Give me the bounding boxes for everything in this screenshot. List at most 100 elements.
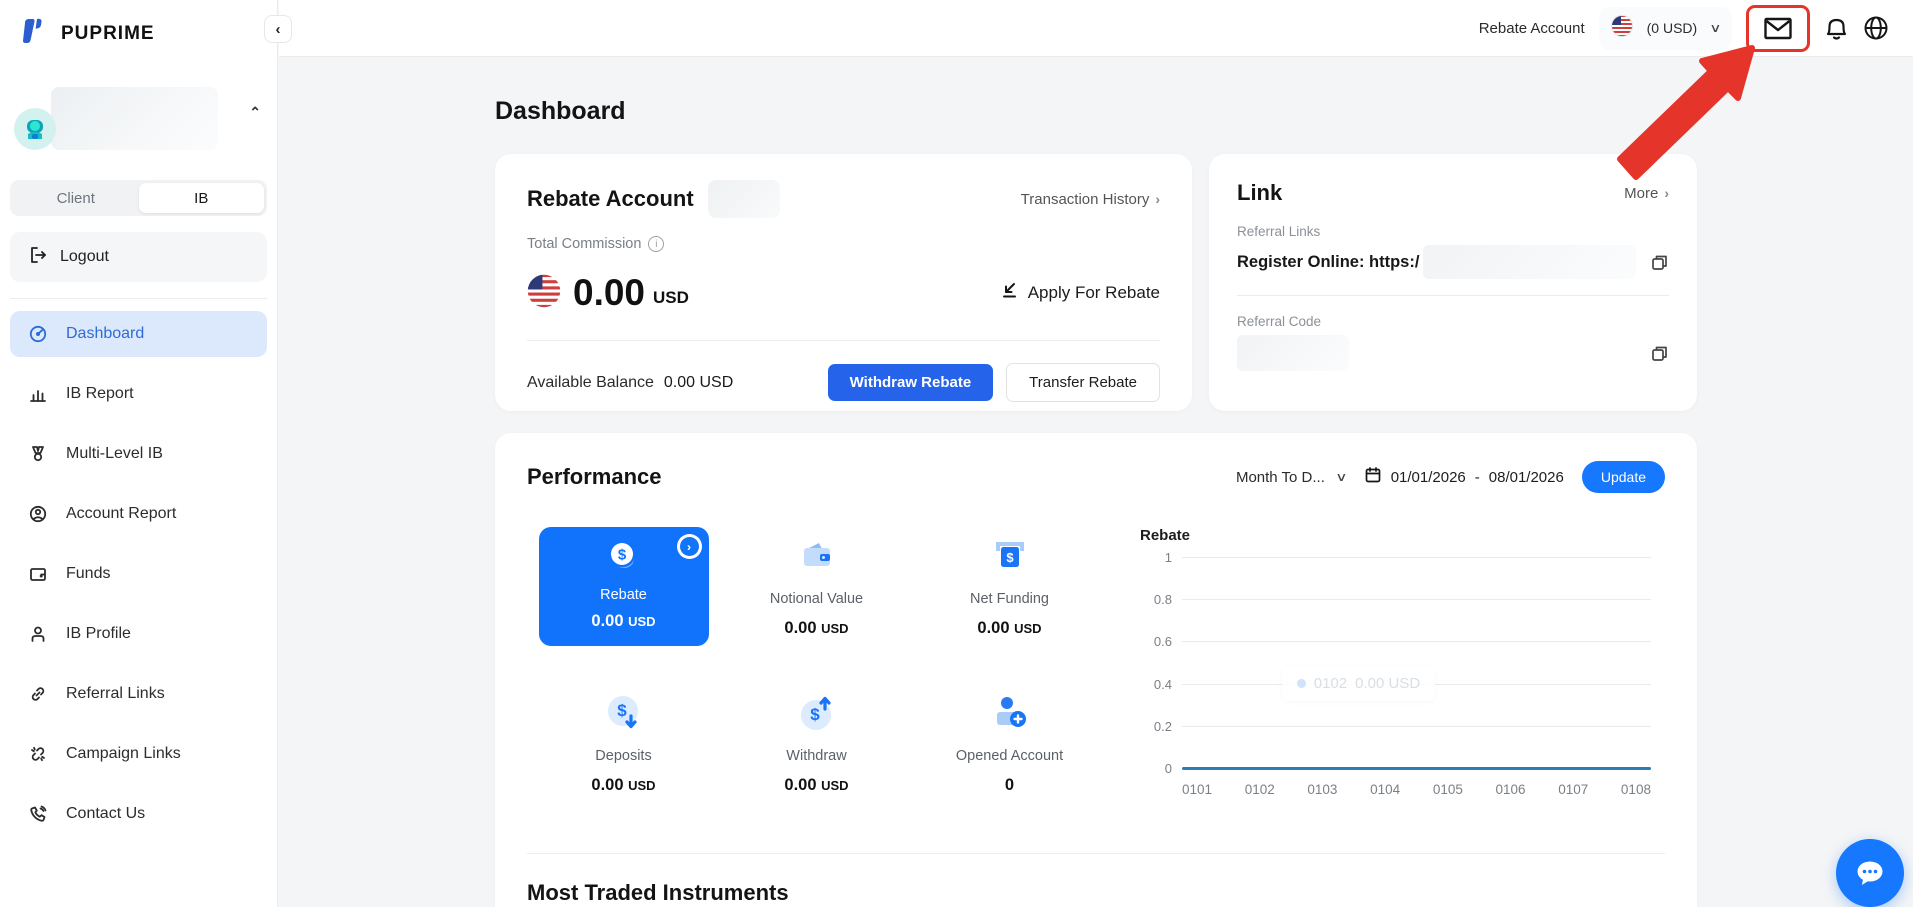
sidebar-item-referral-links[interactable]: Referral Links xyxy=(10,671,267,717)
brand-logo: PUPRIME xyxy=(0,0,277,54)
tooltip-value: 0.00 USD xyxy=(1355,675,1421,692)
main-area: Dashboard Rebate Account Transaction His… xyxy=(279,57,1913,907)
account-balance-value: (0 USD) xyxy=(1646,20,1698,36)
card-divider xyxy=(527,340,1160,341)
metric-withdraw[interactable]: $ Withdraw 0.00 USD xyxy=(720,684,913,805)
x-axis-tick: 0108 xyxy=(1620,782,1651,797)
svg-text:$: $ xyxy=(1006,550,1014,565)
calendar-icon xyxy=(1364,466,1382,488)
wallet-blue-icon xyxy=(795,533,839,579)
chart-x-axis: 0101 0102 0103 0104 0105 0106 0107 0108 xyxy=(1182,782,1651,797)
date-range-select[interactable]: Month To D... ∨ xyxy=(1236,469,1347,486)
x-axis-tick: 0106 xyxy=(1495,782,1526,797)
sidebar-collapse-button[interactable]: ‹ xyxy=(264,15,292,43)
rebate-coin-icon: $ xyxy=(603,533,645,579)
sidebar-item-label: Referral Links xyxy=(66,685,165,702)
metric-label: Rebate xyxy=(600,587,647,603)
sidebar-item-contact-us[interactable]: Contact Us xyxy=(10,791,267,837)
metric-opened-account[interactable]: Opened Account 0 xyxy=(913,684,1106,805)
referral-code-label: Referral Code xyxy=(1237,314,1322,329)
chart-tooltip-fading: 0102 0.00 USD xyxy=(1281,666,1436,701)
sidebar-item-ib-report[interactable]: IB Report xyxy=(10,371,267,417)
user-name-redacted xyxy=(51,87,218,150)
svg-text:$: $ xyxy=(617,701,627,720)
bar-chart-icon xyxy=(27,384,49,404)
apply-for-rebate-link[interactable]: Apply For Rebate xyxy=(1000,281,1160,305)
dollar-up-arrow-icon: $ xyxy=(794,690,840,736)
sidebar: PUPRIME ⌃ Client IB Logout Dashboard IB … xyxy=(0,0,278,907)
toggle-client[interactable]: Client xyxy=(13,183,139,213)
metric-unit: USD xyxy=(821,778,849,793)
copy-referral-code-button[interactable] xyxy=(1650,344,1669,363)
performance-card: Performance Month To D... ∨ 01/01/2026 -… xyxy=(495,433,1697,907)
atm-deposit-icon: $ xyxy=(988,533,1032,579)
chart-data-line xyxy=(1182,766,1651,770)
logout-label: Logout xyxy=(60,248,109,265)
metric-unit: USD xyxy=(628,778,656,793)
x-axis-tick: 0104 xyxy=(1370,782,1401,797)
user-expand-icon[interactable]: ⌃ xyxy=(249,104,261,121)
logout-icon xyxy=(28,245,48,270)
metric-label: Net Funding xyxy=(970,591,1049,607)
collapse-chevron-icon: ‹ xyxy=(275,20,281,38)
sidebar-menu: Dashboard IB Report Multi-Level IB Accou… xyxy=(10,311,267,837)
update-button[interactable]: Update xyxy=(1581,461,1665,493)
chevron-down-icon: ∨ xyxy=(1709,21,1722,35)
available-balance-value: 0.00 USD xyxy=(663,373,734,391)
tooltip-x-label: 0102 xyxy=(1313,675,1348,692)
gridline xyxy=(1182,557,1651,558)
apply-rebate-icon xyxy=(1000,281,1019,305)
dashboard-icon xyxy=(27,324,49,344)
withdraw-rebate-button[interactable]: Withdraw Rebate xyxy=(827,364,994,401)
sidebar-item-label: Funds xyxy=(66,565,111,582)
date-separator: - xyxy=(1474,468,1480,486)
notifications-bell-icon[interactable] xyxy=(1824,15,1849,42)
tile-chevron-icon[interactable]: › xyxy=(676,534,702,559)
sidebar-item-ib-profile[interactable]: IB Profile xyxy=(10,611,267,657)
brand-name: PUPRIME xyxy=(61,22,155,44)
sidebar-item-campaign-links[interactable]: Campaign Links xyxy=(10,731,267,777)
language-globe-icon[interactable] xyxy=(1863,15,1889,41)
link-card: Link More › Referral Links Register Onli… xyxy=(1209,154,1697,411)
metric-notional-value[interactable]: Notional Value 0.00 USD xyxy=(720,527,913,656)
sidebar-item-dashboard[interactable]: Dashboard xyxy=(10,311,267,357)
metric-tile-rebate[interactable]: › $ Rebate 0.00 USD xyxy=(538,527,709,646)
robot-avatar-icon xyxy=(27,120,43,139)
metric-value: 0.00 xyxy=(784,776,817,794)
metric-label: Deposits xyxy=(595,748,652,764)
sidebar-item-funds[interactable]: Funds xyxy=(10,551,267,597)
user-block[interactable]: ⌃ xyxy=(0,82,277,166)
mail-icon[interactable] xyxy=(1763,16,1793,41)
mail-button-highlight-box[interactable] xyxy=(1746,4,1810,52)
y-axis-tick: 0.2 xyxy=(1153,718,1172,734)
apply-rebate-label: Apply For Rebate xyxy=(1027,283,1160,302)
performance-title: Performance xyxy=(527,464,662,489)
copy-referral-link-button[interactable] xyxy=(1650,253,1669,272)
metric-net-funding[interactable]: $ Net Funding 0.00 USD xyxy=(913,527,1106,656)
sidebar-item-account-report[interactable]: Account Report xyxy=(10,491,267,537)
account-type-toggle: Client IB xyxy=(10,180,267,216)
live-chat-button[interactable] xyxy=(1836,839,1904,907)
sidebar-item-multi-level-ib[interactable]: Multi-Level IB xyxy=(10,431,267,477)
date-to: 08/01/2026 xyxy=(1488,468,1564,486)
chart-gridline: 0.2 xyxy=(1140,719,1651,734)
register-online-text: Register Online: https:/ xyxy=(1237,252,1420,271)
user-icon xyxy=(27,624,49,644)
transaction-history-link[interactable]: Transaction History › xyxy=(1021,191,1160,208)
available-balance-label: Available Balance xyxy=(527,373,654,391)
metric-value: 0.00 xyxy=(784,619,817,637)
metric-label: Withdraw xyxy=(786,748,847,764)
logout-button[interactable]: Logout xyxy=(10,232,267,282)
more-link[interactable]: More › xyxy=(1624,185,1669,202)
account-balance-dropdown[interactable]: (0 USD) ∨ xyxy=(1598,6,1732,50)
add-user-icon xyxy=(987,690,1033,736)
info-icon[interactable]: i xyxy=(648,236,665,252)
gridline xyxy=(1182,641,1651,643)
sidebar-divider xyxy=(10,298,267,299)
date-range-picker[interactable]: 01/01/2026 - 08/01/2026 xyxy=(1364,466,1564,488)
metric-deposits[interactable]: $ Deposits 0.00 USD xyxy=(527,684,720,805)
us-flag-icon xyxy=(1610,14,1633,42)
rebate-chart: Rebate 1 0.8 0.6 0.4 0.2 0 0102 0.00 USD 0101… xyxy=(1140,527,1665,805)
transfer-rebate-button[interactable]: Transfer Rebate xyxy=(1006,363,1160,402)
toggle-ib[interactable]: IB xyxy=(138,183,264,213)
